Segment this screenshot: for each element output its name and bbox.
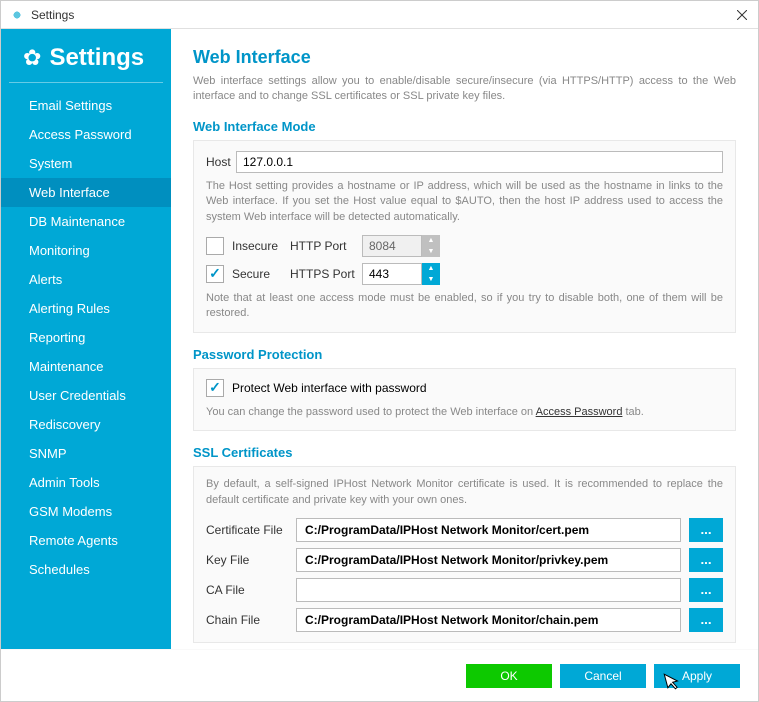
titlebar: Settings [1,1,758,29]
sidebar-item-admin-tools[interactable]: Admin Tools [1,468,171,497]
sidebar-item-system[interactable]: System [1,149,171,178]
close-icon [737,10,747,20]
ca-file-label: CA File [206,583,296,597]
sidebar-item-reporting[interactable]: Reporting [1,323,171,352]
ok-button[interactable]: OK [466,664,552,688]
cert-browse-button[interactable]: ... [689,518,723,542]
chevron-up-icon: ▲ [422,235,440,246]
key-file-label: Key File [206,553,296,567]
chain-file-input[interactable] [296,608,681,632]
insecure-label: Insecure [232,239,290,253]
sidebar-title: Settings [49,44,144,72]
sidebar-item-db-maintenance[interactable]: DB Maintenance [1,207,171,236]
section-mode-title: Web Interface Mode [193,119,736,134]
sidebar-item-alerts[interactable]: Alerts [1,265,171,294]
sidebar-item-snmp[interactable]: SNMP [1,439,171,468]
sidebar-item-email-settings[interactable]: Email Settings [1,91,171,120]
ca-browse-button[interactable]: ... [689,578,723,602]
section-ssl: By default, a self-signed IPHost Network… [193,466,736,643]
http-port-stepper[interactable]: ▲▼ [422,235,440,257]
ssl-help-text: By default, a self-signed IPHost Network… [206,477,723,508]
secure-label: Secure [232,267,290,281]
gear-icon: ✿ [23,45,41,71]
section-ssl-title: SSL Certificates [193,445,736,460]
sidebar-item-web-interface[interactable]: Web Interface [1,178,171,207]
host-label: Host [206,155,236,169]
https-port-label: HTTPS Port [290,267,362,281]
section-password: Protect Web interface with password You … [193,368,736,431]
chain-browse-button[interactable]: ... [689,608,723,632]
key-browse-button[interactable]: ... [689,548,723,572]
http-port-label: HTTP Port [290,239,362,253]
password-help-prefix: You can change the password used to prot… [206,406,536,418]
protect-password-checkbox[interactable] [206,379,224,397]
main-panel: Web Interface Web interface settings all… [171,29,758,649]
protect-password-label: Protect Web interface with password [232,381,427,395]
section-mode: Host The Host setting provides a hostnam… [193,140,736,333]
sidebar-item-user-credentials[interactable]: User Credentials [1,381,171,410]
chevron-down-icon: ▼ [422,246,440,257]
sidebar-item-remote-agents[interactable]: Remote Agents [1,526,171,555]
insecure-checkbox[interactable] [206,237,224,255]
https-port-stepper[interactable]: ▲▼ [422,263,440,285]
sidebar-item-rediscovery[interactable]: Rediscovery [1,410,171,439]
key-file-input[interactable] [296,548,681,572]
page-title: Web Interface [193,47,736,68]
ca-file-input[interactable] [296,578,681,602]
https-port-input[interactable] [362,263,422,285]
window-title: Settings [31,8,734,22]
page-description: Web interface settings allow you to enab… [193,74,736,105]
sidebar-item-access-password[interactable]: Access Password [1,120,171,149]
sidebar-header: ✿ Settings [9,39,163,83]
chevron-down-icon: ▼ [422,274,440,285]
password-help-suffix: tab. [622,406,643,418]
host-input[interactable] [236,151,723,173]
mode-note: Note that at least one access mode must … [206,291,723,322]
password-help: You can change the password used to prot… [206,405,723,420]
section-password-title: Password Protection [193,347,736,362]
sidebar-item-maintenance[interactable]: Maintenance [1,352,171,381]
cert-file-input[interactable] [296,518,681,542]
sidebar-item-schedules[interactable]: Schedules [1,555,171,584]
sidebar-item-gsm-modems[interactable]: GSM Modems [1,497,171,526]
footer: OK Cancel Apply [1,649,758,701]
app-logo-icon [9,7,25,23]
sidebar: ✿ Settings Email Settings Access Passwor… [1,29,171,649]
chevron-up-icon: ▲ [422,263,440,274]
sidebar-item-monitoring[interactable]: Monitoring [1,236,171,265]
http-port-input[interactable] [362,235,422,257]
close-button[interactable] [734,7,750,23]
sidebar-item-alerting-rules[interactable]: Alerting Rules [1,294,171,323]
cert-file-label: Certificate File [206,523,296,537]
chain-file-label: Chain File [206,613,296,627]
secure-checkbox[interactable] [206,265,224,283]
access-password-link[interactable]: Access Password [536,406,623,418]
host-help-text: The Host setting provides a hostname or … [206,179,723,225]
cancel-button[interactable]: Cancel [560,664,646,688]
apply-button[interactable]: Apply [654,664,740,688]
